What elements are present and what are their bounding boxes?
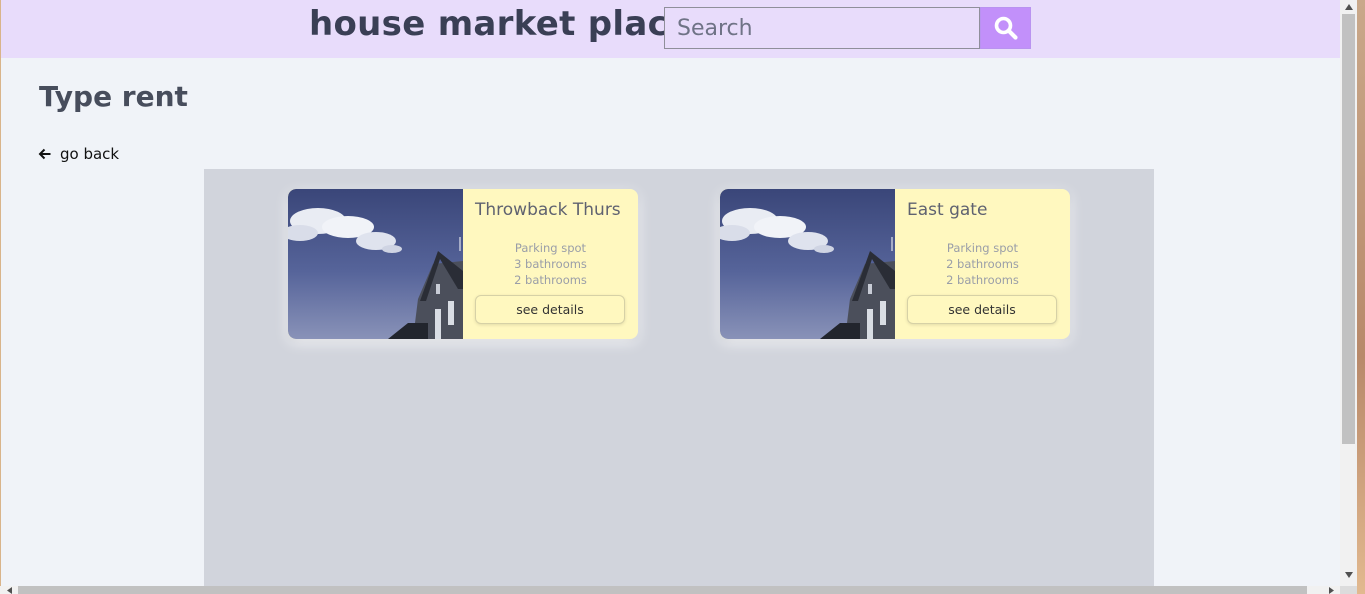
listing-card[interactable]: Throwback Thurs Parking spot 3 bathrooms…: [288, 189, 638, 339]
listing-card[interactable]: East gate Parking spot 2 bathrooms 2 bat…: [720, 189, 1070, 339]
scroll-right-icon[interactable]: [1324, 586, 1338, 594]
feature-item: Parking spot: [514, 241, 587, 255]
listing-features: Parking spot 2 bathrooms 2 bathrooms: [895, 240, 1070, 288]
listing-title: Throwback Thurs: [475, 200, 621, 220]
horizontal-scroll-thumb[interactable]: [18, 586, 1307, 594]
vertical-scrollbar[interactable]: [1340, 0, 1357, 586]
go-back-label: go back: [60, 145, 120, 163]
site-header: house market place: [1, 0, 1340, 58]
search-button[interactable]: [980, 7, 1031, 49]
scroll-up-icon[interactable]: [1340, 0, 1357, 14]
magnifier-icon: [993, 15, 1019, 41]
site-title: house market place: [309, 4, 692, 44]
listing-image: [288, 189, 463, 339]
listings-container: Throwback Thurs Parking spot 3 bathrooms…: [204, 169, 1154, 594]
listing-info: East gate Parking spot 2 bathrooms 2 bat…: [895, 189, 1070, 339]
arrow-left-icon: [38, 147, 52, 161]
feature-item: 2 bathrooms: [514, 273, 587, 287]
scrollbar-corner: [1340, 586, 1357, 594]
see-details-button[interactable]: see details: [475, 295, 625, 324]
feature-item: 2 bathrooms: [946, 273, 1019, 287]
listing-title: East gate: [907, 200, 988, 220]
horizontal-scrollbar[interactable]: [0, 586, 1340, 594]
go-back-link[interactable]: go back: [38, 145, 119, 163]
vertical-scroll-thumb[interactable]: [1342, 14, 1355, 444]
scroll-down-icon[interactable]: [1340, 568, 1357, 582]
window-edge: [0, 0, 1, 594]
feature-item: 2 bathrooms: [946, 257, 1019, 271]
feature-item: 3 bathrooms: [514, 257, 587, 271]
browser-viewport: house market place Type rent go back: [0, 0, 1365, 594]
listing-image: [720, 189, 895, 339]
scroll-left-icon[interactable]: [2, 586, 16, 594]
page-title: Type rent: [39, 80, 188, 113]
search-input[interactable]: [664, 7, 980, 49]
desktop-background: [1357, 0, 1365, 594]
feature-item: Parking spot: [946, 241, 1019, 255]
see-details-button[interactable]: see details: [907, 295, 1057, 324]
listing-features: Parking spot 3 bathrooms 2 bathrooms: [463, 240, 638, 288]
listing-info: Throwback Thurs Parking spot 3 bathrooms…: [463, 189, 638, 339]
